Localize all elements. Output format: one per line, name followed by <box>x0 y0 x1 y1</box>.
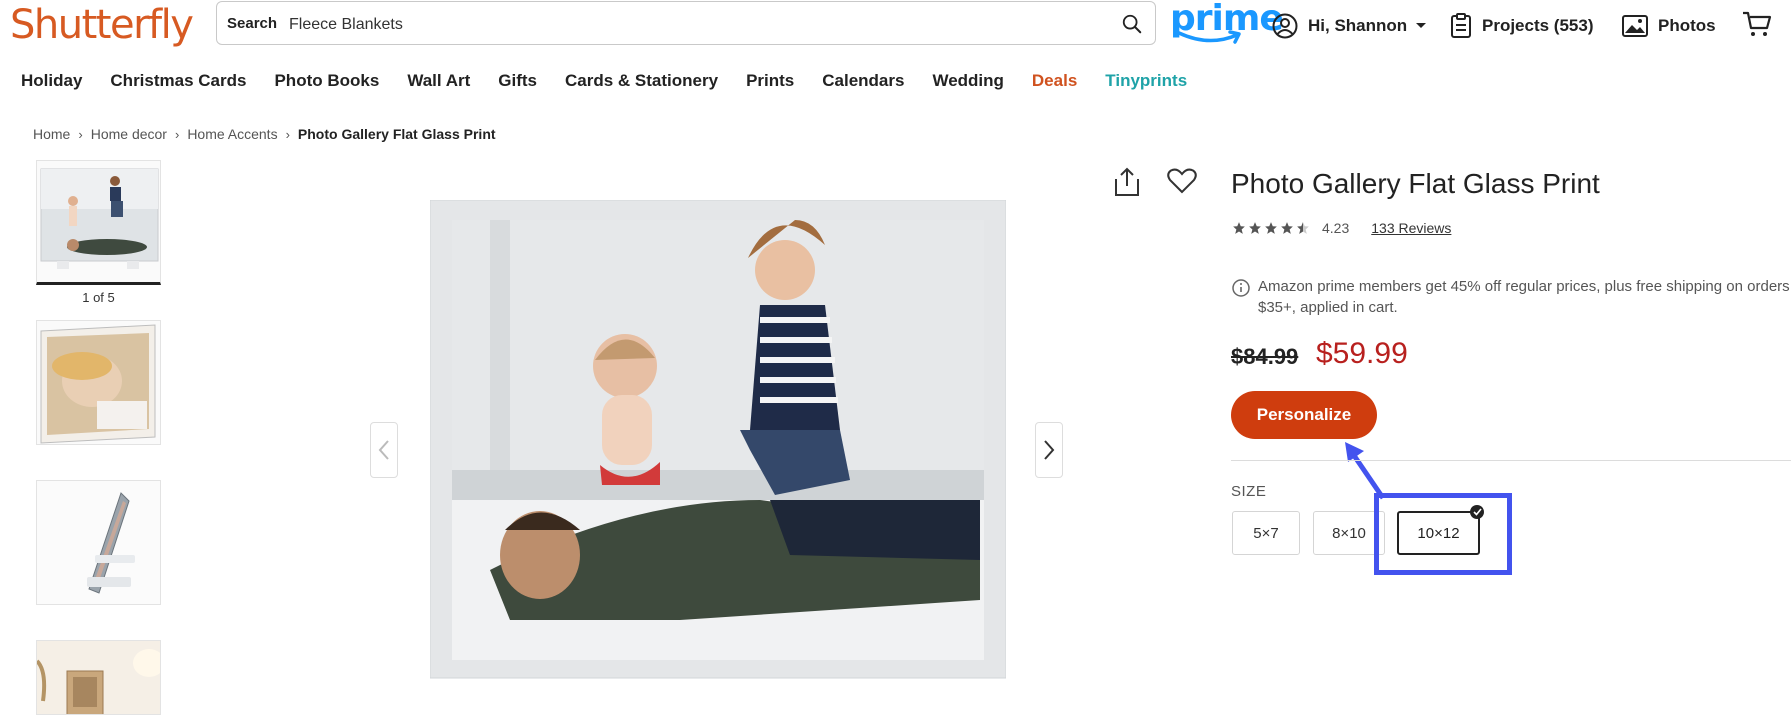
thumbnail-image <box>37 481 160 604</box>
product-main-image <box>430 200 1006 679</box>
product-title: Photo Gallery Flat Glass Print <box>1231 168 1600 199</box>
chevron-right-icon: › <box>78 126 83 142</box>
star-icon <box>1233 222 1245 234</box>
main-nav: Holiday Christmas Cards Photo Books Wall… <box>0 71 1194 95</box>
thumbnail-count: 1 of 5 <box>82 290 115 305</box>
nav-christmas-cards[interactable]: Christmas Cards <box>110 71 246 95</box>
star-rating <box>1232 221 1312 235</box>
size-label: SIZE <box>1231 483 1267 500</box>
star-icon <box>1281 222 1293 234</box>
heart-icon[interactable] <box>1167 168 1197 194</box>
chevron-right-icon <box>1044 440 1055 460</box>
chevron-left-icon <box>378 440 389 460</box>
next-image-button[interactable] <box>1035 422 1063 478</box>
page: Shutterfly Search prime Hi, Shannon Proj… <box>0 0 1791 720</box>
search-bar[interactable]: Search <box>216 1 1156 45</box>
shutterfly-logo[interactable]: Shutterfly <box>10 2 194 48</box>
photos-link[interactable]: Photos <box>1622 12 1716 40</box>
breadcrumb-home[interactable]: Home <box>33 126 70 142</box>
breadcrumb-home-accents[interactable]: Home Accents <box>187 126 277 142</box>
header: Shutterfly Search prime Hi, Shannon Proj… <box>0 0 1791 54</box>
star-half-icon <box>1297 222 1309 234</box>
nav-wedding[interactable]: Wedding <box>932 71 1003 95</box>
info-icon <box>1232 279 1250 297</box>
annotation-highlight-box <box>1374 493 1512 575</box>
user-icon <box>1272 13 1298 39</box>
size-option-5x7[interactable]: 5×7 <box>1232 511 1300 555</box>
previous-image-button[interactable] <box>370 422 398 478</box>
thumbnail-3[interactable] <box>36 480 161 605</box>
star-icon <box>1249 222 1261 234</box>
original-price: $84.99 <box>1231 344 1299 369</box>
nav-deals[interactable]: Deals <box>1032 71 1077 95</box>
sale-price: $59.99 <box>1316 337 1408 370</box>
search-icon[interactable] <box>1121 13 1143 35</box>
star-icon <box>1265 222 1277 234</box>
nav-photo-books[interactable]: Photo Books <box>274 71 379 95</box>
nav-cards-stationery[interactable]: Cards & Stationery <box>565 71 718 95</box>
chevron-right-icon: › <box>174 126 180 142</box>
breadcrumb-home-decor[interactable]: Home decor <box>91 126 167 142</box>
account-menu[interactable]: Hi, Shannon <box>1272 12 1427 40</box>
thumbnail-2[interactable] <box>36 320 161 445</box>
search-input[interactable] <box>289 13 1089 37</box>
breadcrumb: Home › Home decor › Home Accents › Photo… <box>33 126 496 142</box>
nav-calendars[interactable]: Calendars <box>822 71 904 95</box>
nav-gifts[interactable]: Gifts <box>498 71 537 95</box>
account-label: Hi, Shannon <box>1308 16 1408 35</box>
prime-promo: Amazon prime members get 45% off regular… <box>1232 276 1791 318</box>
product-rating: 4.23 133 Reviews <box>1232 220 1451 236</box>
annotation-arrow-icon <box>1345 442 1386 500</box>
thumbnail-1[interactable] <box>36 160 161 285</box>
chevron-right-icon: › <box>285 126 290 142</box>
breadcrumb-current: Photo Gallery Flat Glass Print <box>297 126 496 142</box>
cart-icon[interactable] <box>1742 10 1772 38</box>
promo-text: Amazon prime members get 45% off regular… <box>1258 278 1790 316</box>
chevron-down-icon <box>1416 23 1427 28</box>
search-label: Search <box>227 15 278 32</box>
share-icon[interactable] <box>1113 167 1141 197</box>
rating-value: 4.23 <box>1322 220 1350 236</box>
photos-label: Photos <box>1658 16 1716 35</box>
nav-holiday[interactable]: Holiday <box>21 71 82 95</box>
nav-prints[interactable]: Prints <box>746 71 794 95</box>
projects-label: Projects (553) <box>1482 16 1594 35</box>
reviews-link[interactable]: 133 Reviews <box>1371 220 1451 236</box>
thumbnail-4[interactable] <box>36 640 161 715</box>
photo-icon <box>1622 15 1648 37</box>
thumbnail-image <box>37 641 160 714</box>
thumbnail-image <box>40 324 156 444</box>
projects-link[interactable]: Projects (553) <box>1450 12 1594 40</box>
divider <box>1231 460 1791 461</box>
nav-wall-art[interactable]: Wall Art <box>407 71 470 95</box>
thumbnail-image <box>40 168 159 269</box>
clipboard-icon <box>1451 13 1471 38</box>
prime-smile-icon <box>1177 30 1241 44</box>
nav-tinyprints[interactable]: Tinyprints <box>1105 71 1187 95</box>
